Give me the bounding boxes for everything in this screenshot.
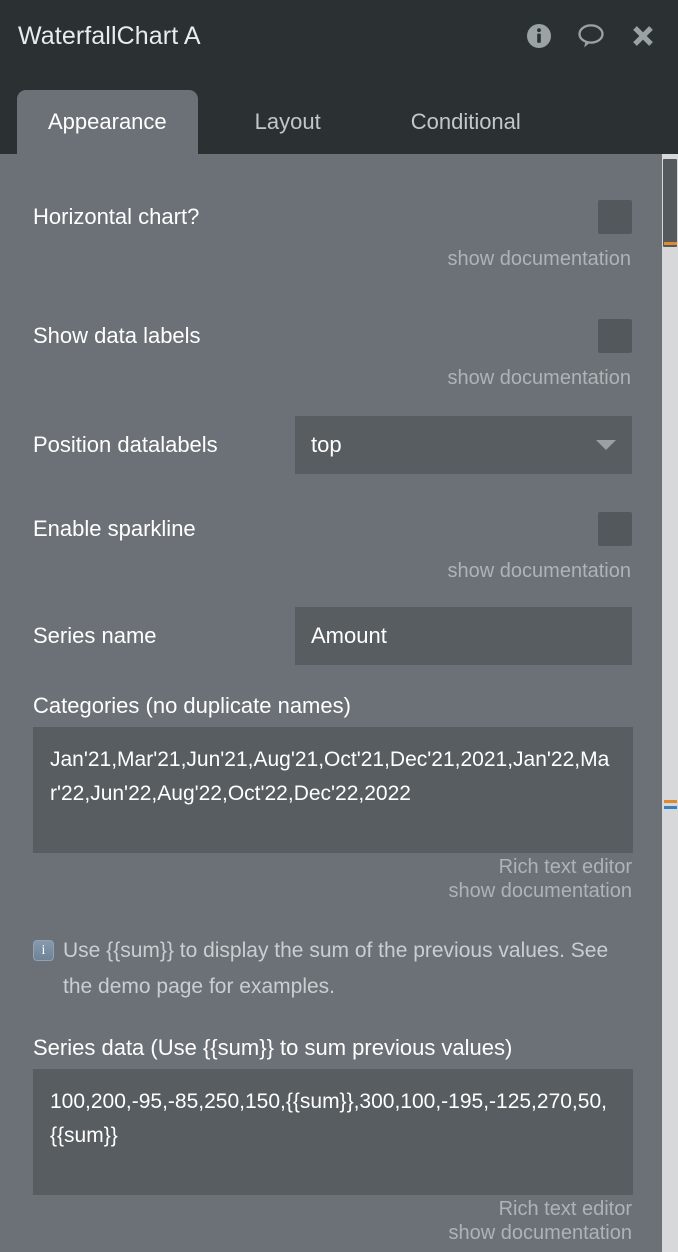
sum-hint-callout: i Use {{sum}} to display the sum of the … <box>33 933 632 1005</box>
series-data-value: 100,200,-95,-85,250,150,{{sum}},300,100,… <box>50 1090 607 1148</box>
show-data-labels-doc-line: show documentation <box>33 367 632 390</box>
series-name-label: Series name <box>33 623 157 649</box>
categories-doc-stack: Rich text editor show documentation <box>33 856 632 903</box>
titlebar-actions <box>524 21 662 51</box>
enable-sparkline-label: Enable sparkline <box>33 516 196 542</box>
enable-sparkline-checkbox[interactable] <box>598 512 632 546</box>
panel-scrollbar[interactable] <box>662 154 678 1252</box>
position-datalabels-label: Position datalabels <box>33 432 218 458</box>
horizontal-chart-row: Horizontal chart? <box>33 188 632 246</box>
scrollbar-thumb[interactable] <box>663 159 677 247</box>
tab-conditional-label: Conditional <box>410 109 521 134</box>
close-icon[interactable] <box>628 21 658 51</box>
field-horizontal-chart: Horizontal chart? show documentation <box>33 154 632 271</box>
chevron-down-icon <box>596 440 616 450</box>
position-datalabels-select[interactable]: top <box>295 416 632 474</box>
tab-conditional[interactable]: Conditional <box>383 90 549 154</box>
tab-appearance[interactable]: Appearance <box>17 90 198 154</box>
categories-label: Categories (no duplicate names) <box>33 693 351 718</box>
tab-bar: Appearance Layout Conditional <box>0 72 678 154</box>
annotation-mark-orange <box>664 242 677 245</box>
series-name-value: Amount <box>311 623 387 648</box>
horizontal-chart-label: Horizontal chart? <box>33 204 200 230</box>
show-documentation-link[interactable]: show documentation <box>448 560 631 583</box>
field-series-data: Series data (Use {{sum}} to sum previous… <box>33 1035 633 1245</box>
series-name-input[interactable]: Amount <box>295 607 632 665</box>
comment-icon[interactable] <box>576 21 606 51</box>
show-data-labels-label: Show data labels <box>33 323 201 349</box>
position-datalabels-value: top <box>311 432 342 457</box>
info-note-icon: i <box>33 940 54 961</box>
show-data-labels-row: Show data labels <box>33 307 632 365</box>
info-icon[interactable] <box>524 21 554 51</box>
horizontal-chart-doc-line: show documentation <box>33 248 632 271</box>
show-documentation-link[interactable]: show documentation <box>449 880 632 903</box>
rich-text-editor-link[interactable]: Rich text editor <box>499 1198 632 1221</box>
categories-textarea[interactable]: Jan'21,Mar'21,Jun'21,Aug'21,Oct'21,Dec'2… <box>33 727 633 853</box>
show-documentation-link[interactable]: show documentation <box>448 367 631 390</box>
window-title: WaterfallChart A <box>18 21 201 50</box>
tab-appearance-label: Appearance <box>48 109 167 134</box>
tab-layout[interactable]: Layout <box>227 90 349 154</box>
series-data-label: Series data (Use {{sum}} to sum previous… <box>33 1035 513 1061</box>
window-titlebar: WaterfallChart A <box>0 0 678 72</box>
properties-panel: Horizontal chart? show documentation Sho… <box>0 154 678 1252</box>
categories-value: Jan'21,Mar'21,Jun'21,Aug'21,Oct'21,Dec'2… <box>50 748 610 806</box>
field-categories: Categories (no duplicate names) Jan'21,M… <box>33 693 633 903</box>
property-editor-window: WaterfallChart A Appearance Layout Condi… <box>0 0 678 1252</box>
sum-hint-text: Use {{sum}} to display the sum of the pr… <box>63 939 609 999</box>
properties-list: Horizontal chart? show documentation Sho… <box>0 154 678 1252</box>
field-show-data-labels: Show data labels show documentation <box>33 307 632 390</box>
series-data-doc-stack: Rich text editor show documentation <box>33 1198 632 1245</box>
show-documentation-link[interactable]: show documentation <box>448 248 631 271</box>
series-data-textarea[interactable]: 100,200,-95,-85,250,150,{{sum}},300,100,… <box>33 1069 633 1196</box>
field-position-datalabels: Position datalabels top <box>33 416 632 474</box>
annotation-mark-blue <box>664 806 677 809</box>
show-data-labels-checkbox[interactable] <box>598 319 632 353</box>
field-enable-sparkline: Enable sparkline show documentation <box>33 500 632 583</box>
rich-text-editor-link[interactable]: Rich text editor <box>499 856 632 879</box>
annotation-mark-orange-2 <box>664 800 677 803</box>
horizontal-chart-checkbox[interactable] <box>598 200 632 234</box>
tab-layout-label: Layout <box>254 109 321 134</box>
field-series-name: Series name Amount <box>33 607 632 665</box>
enable-sparkline-row: Enable sparkline <box>33 500 632 558</box>
show-documentation-link[interactable]: show documentation <box>449 1222 632 1245</box>
enable-sparkline-doc-line: show documentation <box>33 560 632 583</box>
